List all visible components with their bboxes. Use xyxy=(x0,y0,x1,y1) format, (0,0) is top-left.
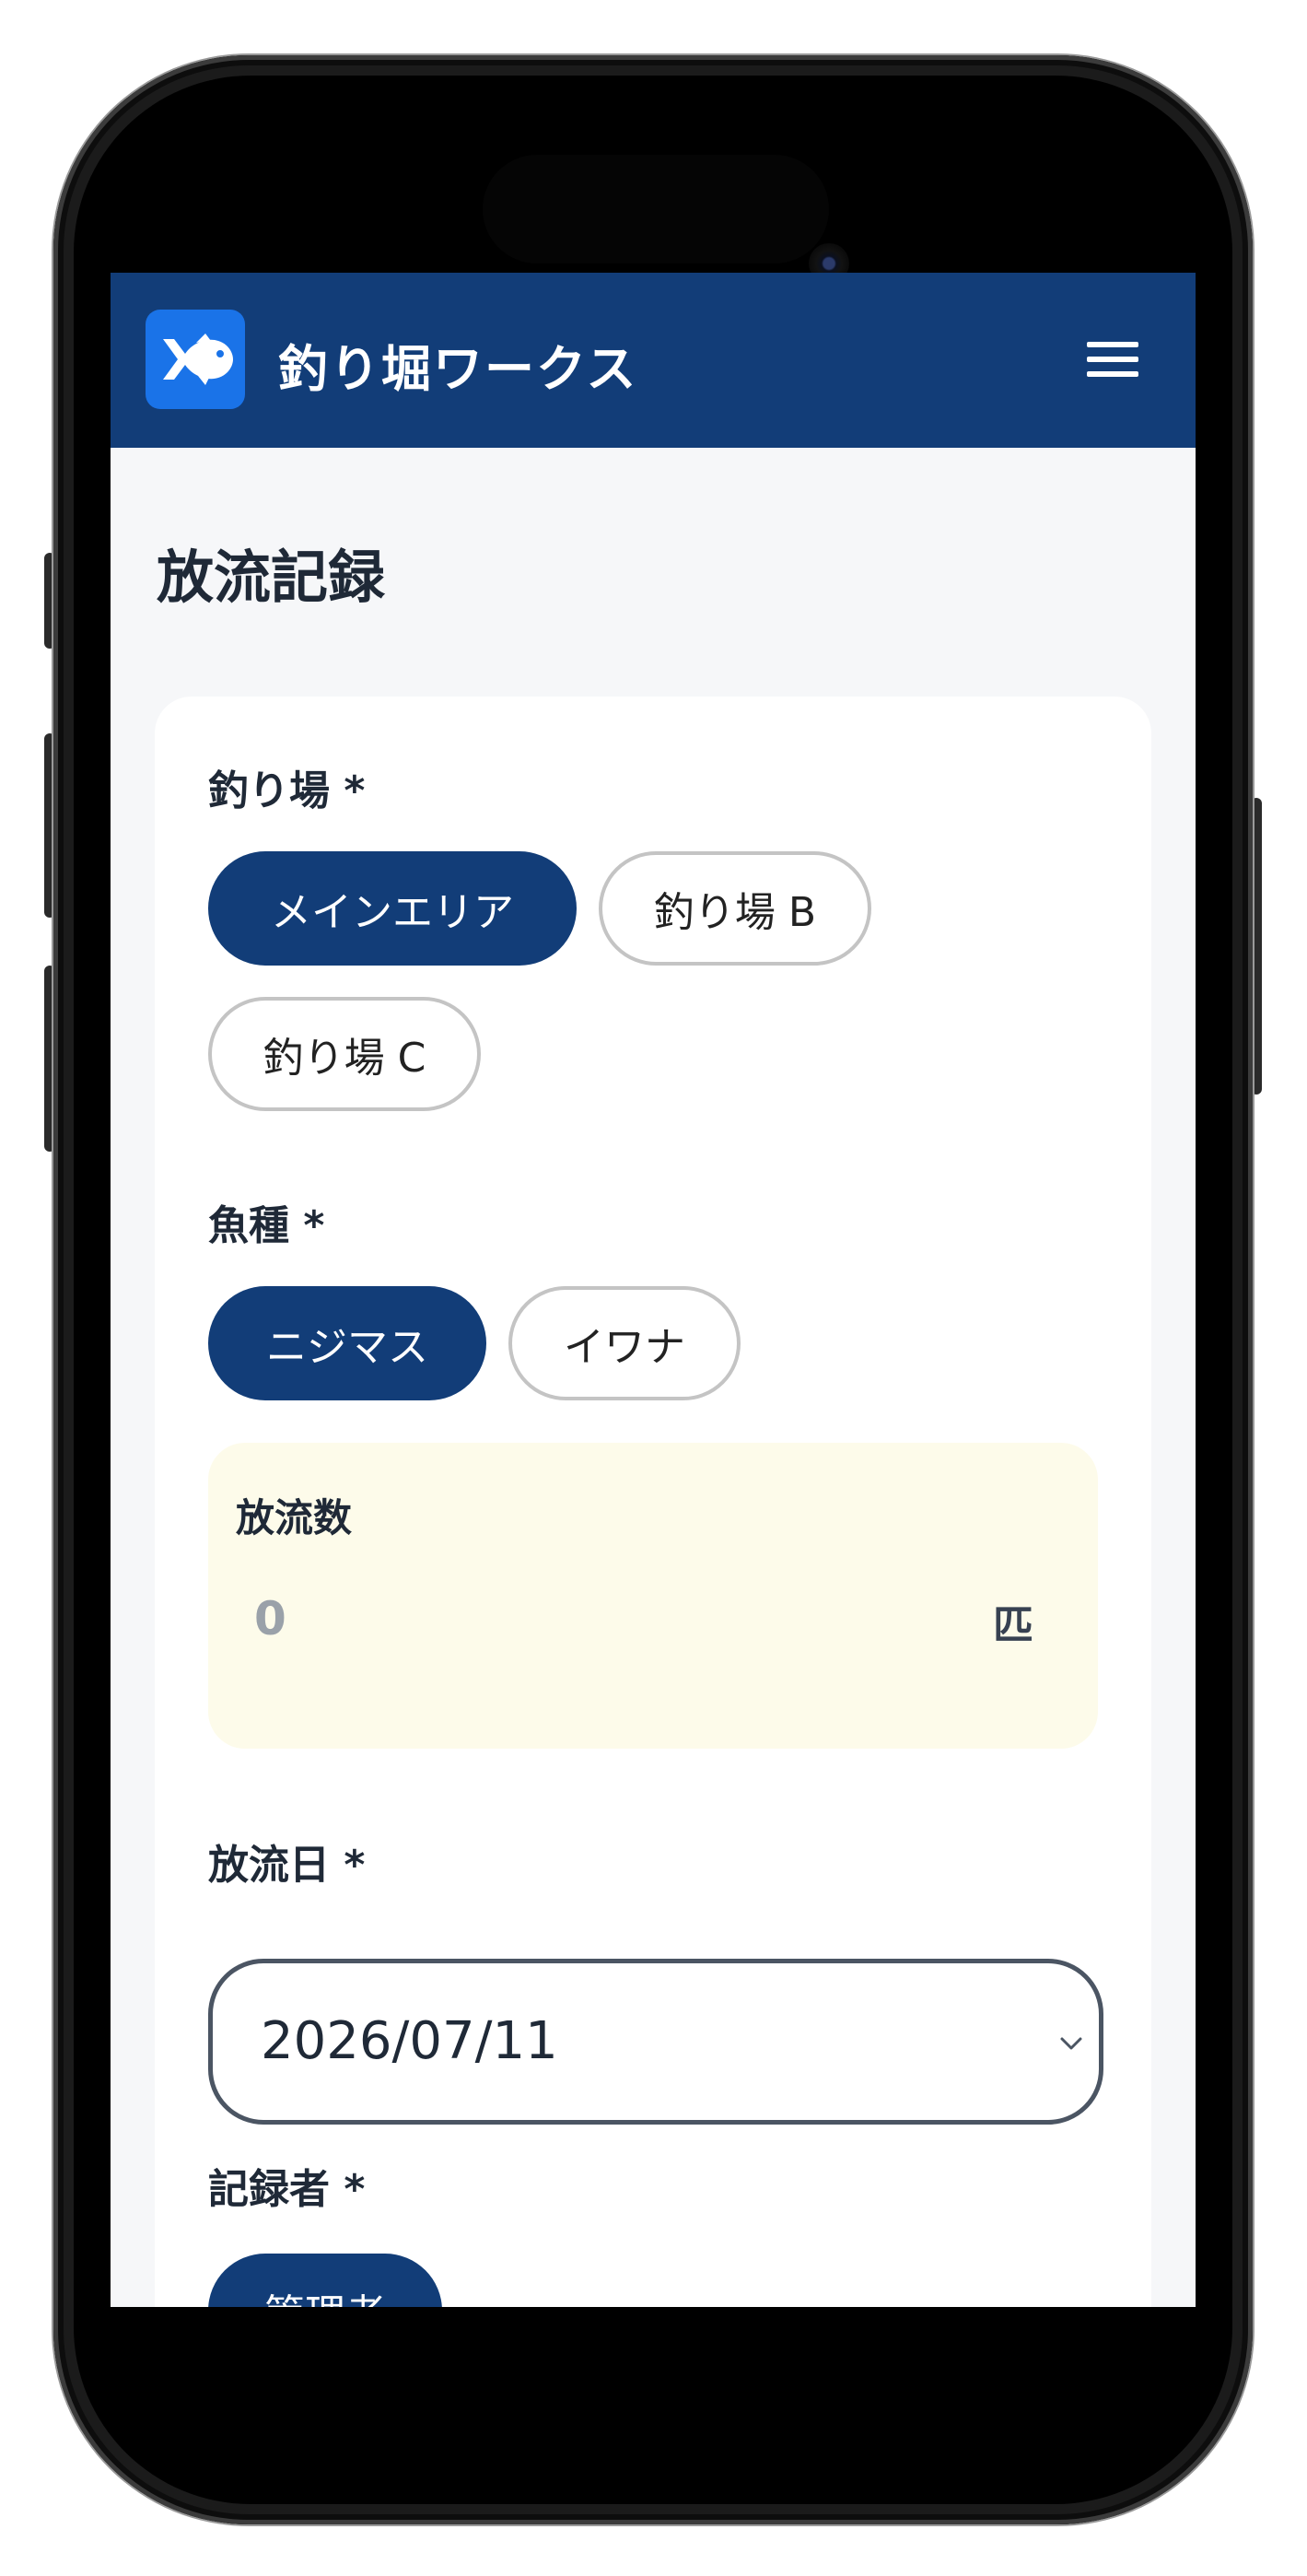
fish-species-option-rainbow-trout[interactable]: ニジマス xyxy=(208,1286,486,1400)
recorder-label: 記録者 * xyxy=(208,2166,366,2213)
app-logo[interactable] xyxy=(146,310,245,409)
app-title: 釣り堀ワークス xyxy=(278,340,638,398)
release-count-unit: 匹 xyxy=(993,1602,1033,1649)
release-record-form: 釣り場 * メインエリア 釣り場 B 釣り場 C 魚種 * ニジマス イワナ 放… xyxy=(155,697,1151,2307)
phone-mockup: 釣り堀ワークス 放流記録 釣り場 * メインエリア 釣り場 B 釣り場 C 魚種… xyxy=(0,0,1307,2576)
recorder-option-admin[interactable]: 管理者 xyxy=(208,2254,442,2307)
fish-species-label: 魚種 * xyxy=(208,1202,325,1249)
dynamic-island xyxy=(483,155,829,263)
fish-icon xyxy=(163,334,233,385)
release-date-label: 放流日 * xyxy=(208,1842,366,1889)
fishing-spot-option-c[interactable]: 釣り場 C xyxy=(208,997,481,1111)
release-date-select[interactable]: 2026/07/11 xyxy=(208,1959,1103,2125)
chevron-down-icon xyxy=(1060,2037,1082,2050)
fishing-spot-option-main-area[interactable]: メインエリア xyxy=(208,851,577,966)
release-count-label: 放流数 xyxy=(236,1495,353,1540)
release-date-value: 2026/07/11 xyxy=(261,2011,558,2071)
app-header: 釣り堀ワークス xyxy=(111,273,1196,448)
hamburger-menu-icon-bar xyxy=(1087,357,1138,362)
hamburger-menu-icon xyxy=(1087,342,1138,347)
release-count-input[interactable]: 0 xyxy=(254,1592,286,1645)
release-count-panel: 放流数 0 匹 xyxy=(208,1443,1098,1749)
hamburger-menu-icon-bar xyxy=(1087,371,1138,377)
menu-button[interactable] xyxy=(1079,330,1146,389)
page-title: 放流記録 xyxy=(157,544,386,611)
app-screen: 釣り堀ワークス 放流記録 釣り場 * メインエリア 釣り場 B 釣り場 C 魚種… xyxy=(111,273,1196,2307)
fishing-spot-option-b[interactable]: 釣り場 B xyxy=(599,851,871,966)
fish-species-option-iwana[interactable]: イワナ xyxy=(508,1286,741,1400)
fishing-spot-label: 釣り場 * xyxy=(208,767,366,814)
